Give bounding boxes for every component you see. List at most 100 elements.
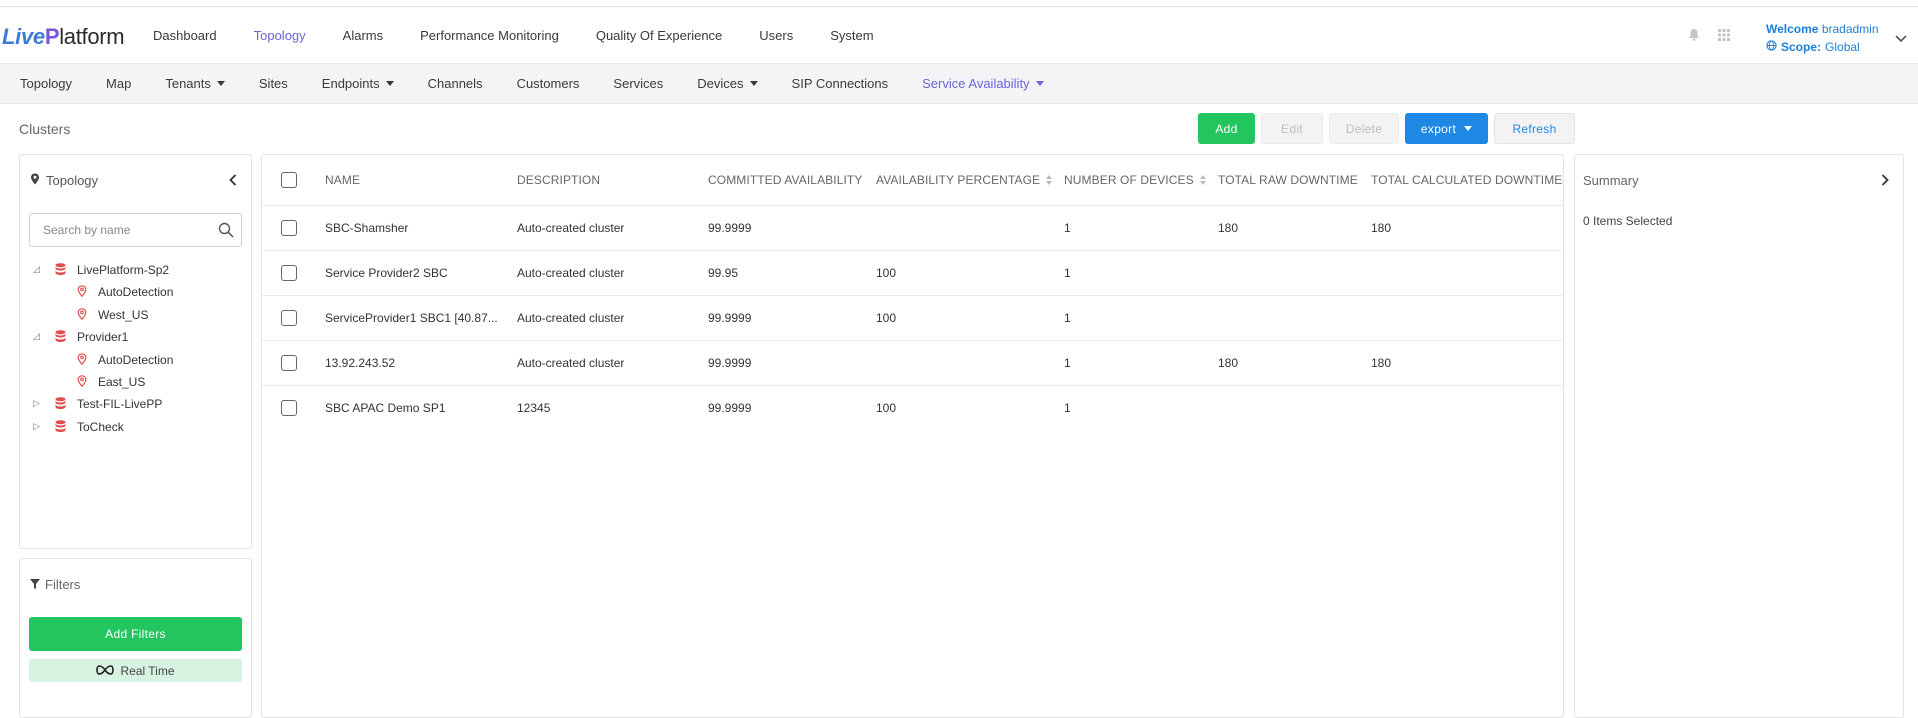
delete-button[interactable]: Delete — [1329, 113, 1399, 144]
collapse-triangle-icon[interactable]: ◿ — [33, 264, 43, 275]
cell-number-of-devices: 1 — [1064, 356, 1071, 370]
sub-menu-topology[interactable]: Topology — [20, 76, 72, 91]
tree-child-label: East_US — [98, 374, 146, 389]
filters-panel: Filters Add Filters Real Time — [19, 558, 252, 718]
search-icon[interactable] — [218, 222, 234, 241]
summary-panel: Summary 0 Items Selected — [1574, 154, 1904, 718]
sub-navigation: Topology Map Tenants Sites Endpoints Cha… — [0, 63, 1918, 104]
column-header-total-raw-downtime[interactable]: TOTAL RAW DOWNTIME — [1218, 173, 1358, 187]
sub-menu-services[interactable]: Services — [613, 76, 663, 91]
main-menu-dashboard[interactable]: Dashboard — [153, 28, 217, 43]
caret-down-icon — [1464, 126, 1473, 131]
sub-menu-sip-connections[interactable]: SIP Connections — [792, 76, 889, 91]
main-menu-performance-monitoring[interactable]: Performance Monitoring — [420, 28, 559, 43]
cell-committed-availability: 99.9999 — [708, 311, 752, 325]
main-menu-topology[interactable]: Topology — [254, 28, 306, 43]
database-icon — [55, 263, 66, 279]
column-header-availability-percentage[interactable]: AVAILABILITY PERCENTAGE — [876, 173, 1053, 187]
tree-node-label: ToCheck — [77, 419, 124, 434]
table-row[interactable]: SBC APAC Demo SP1 12345 99.9999 100 1 — [262, 386, 1563, 431]
database-icon — [55, 397, 66, 413]
tree-child[interactable]: AutoDetection — [20, 281, 251, 303]
top-border — [0, 0, 1918, 7]
topology-tree: ◿ LivePlatform-Sp2 AutoDetection West_US… — [20, 259, 251, 438]
map-pin-icon — [77, 307, 87, 323]
export-button[interactable]: export — [1405, 113, 1488, 144]
main-menu-quality-of-experience[interactable]: Quality Of Experience — [596, 28, 722, 43]
main-menu-users[interactable]: Users — [759, 28, 793, 43]
sub-menu-sites[interactable]: Sites — [259, 76, 288, 91]
edit-button[interactable]: Edit — [1261, 113, 1323, 144]
sub-menu-tenants[interactable]: Tenants — [165, 76, 225, 91]
sub-menu-devices[interactable]: Devices — [697, 76, 758, 91]
tree-child[interactable]: West_US — [20, 304, 251, 326]
cell-committed-availability: 99.9999 — [708, 356, 752, 370]
real-time-toggle[interactable]: Real Time — [29, 659, 242, 682]
main-menu-alarms[interactable]: Alarms — [343, 28, 383, 43]
row-checkbox[interactable] — [281, 355, 297, 371]
expand-triangle-icon[interactable]: ▷ — [33, 421, 43, 432]
add-filters-button[interactable]: Add Filters — [29, 617, 242, 651]
column-header-committed-availability[interactable]: COMMITTED AVAILABILITY — [708, 173, 862, 187]
bell-icon[interactable] — [1688, 28, 1700, 44]
table-row[interactable]: ServiceProvider1 SBC1 [40.87... Auto-cre… — [262, 296, 1563, 341]
cell-committed-availability: 99.9999 — [708, 221, 752, 235]
main-menu-system[interactable]: System — [830, 28, 873, 43]
cell-committed-availability: 99.95 — [708, 266, 739, 280]
select-all-checkbox[interactable] — [281, 172, 297, 188]
sub-menu-endpoints[interactable]: Endpoints — [322, 76, 394, 91]
tree-node[interactable]: ◿ Provider1 — [20, 326, 251, 348]
refresh-button[interactable]: Refresh — [1494, 113, 1575, 144]
row-checkbox[interactable] — [281, 265, 297, 281]
top-navigation: Live Platform Dashboard Topology Alarms P… — [0, 8, 1918, 63]
search-input[interactable] — [30, 214, 205, 246]
tree-node-label: Test-FIL-LivePP — [77, 397, 163, 412]
sort-icon[interactable] — [1199, 175, 1206, 185]
row-checkbox[interactable] — [281, 220, 297, 236]
tree-node[interactable]: ▷ Test-FIL-LivePP — [20, 393, 251, 415]
table-row[interactable]: Service Provider2 SBC Auto-created clust… — [262, 251, 1563, 296]
cell-description: Auto-created cluster — [517, 266, 625, 280]
column-header-description[interactable]: DESCRIPTION — [517, 173, 600, 187]
scope-value: Global — [1825, 40, 1860, 54]
infinity-icon — [96, 664, 115, 678]
apps-grid-icon[interactable] — [1718, 28, 1730, 44]
tree-node[interactable]: ◿ LivePlatform-Sp2 — [20, 259, 251, 281]
table-row[interactable]: 13.92.243.52 Auto-created cluster 99.999… — [262, 341, 1563, 386]
filter-icon — [30, 577, 40, 592]
cell-description: Auto-created cluster — [517, 311, 625, 325]
database-icon — [55, 330, 66, 346]
topology-panel: Topology ◿ LivePlatform-Sp2 AutoDetectio… — [19, 154, 252, 549]
sub-menu-channels[interactable]: Channels — [428, 76, 483, 91]
liveplatform-logo[interactable]: Live Platform — [2, 24, 125, 50]
cell-number-of-devices: 1 — [1064, 311, 1071, 325]
expand-triangle-icon[interactable]: ▷ — [33, 398, 43, 409]
sub-menu-map[interactable]: Map — [106, 76, 131, 91]
sub-menu-customers[interactable]: Customers — [517, 76, 580, 91]
sub-menu-service-availability[interactable]: Service Availability — [922, 76, 1044, 91]
cell-total-calculated-downtime: 180 — [1371, 356, 1392, 370]
cell-name: 13.92.243.52 — [325, 356, 396, 370]
row-checkbox[interactable] — [281, 310, 297, 326]
table-row[interactable]: SBC-Shamsher Auto-created cluster 99.999… — [262, 206, 1563, 251]
cell-name: ServiceProvider1 SBC1 [40.87... — [325, 311, 498, 325]
column-header-name[interactable]: NAME — [325, 173, 360, 187]
user-info[interactable]: Welcome bradadmin Scope: Global — [1766, 20, 1879, 56]
cell-number-of-devices: 1 — [1064, 266, 1071, 280]
chevron-down-icon[interactable] — [1895, 31, 1907, 46]
add-button[interactable]: Add — [1198, 113, 1255, 144]
tree-child[interactable]: East_US — [20, 371, 251, 393]
cell-number-of-devices: 1 — [1064, 221, 1071, 235]
cell-committed-availability: 99.9999 — [708, 401, 752, 415]
tree-node[interactable]: ▷ ToCheck — [20, 416, 251, 438]
collapse-triangle-icon[interactable]: ◿ — [33, 331, 43, 342]
column-header-total-calculated-downtime[interactable]: TOTAL CALCULATED DOWNTIME — [1371, 173, 1562, 187]
filters-panel-header: Filters — [30, 577, 80, 592]
chevron-left-icon[interactable] — [229, 174, 237, 189]
top-icons — [1688, 28, 1730, 44]
sort-icon[interactable] — [1046, 175, 1053, 185]
row-checkbox[interactable] — [281, 400, 297, 416]
tree-child[interactable]: AutoDetection — [20, 349, 251, 371]
column-header-number-of-devices[interactable]: NUMBER OF DEVICES — [1064, 173, 1206, 187]
chevron-right-icon[interactable] — [1881, 174, 1889, 189]
